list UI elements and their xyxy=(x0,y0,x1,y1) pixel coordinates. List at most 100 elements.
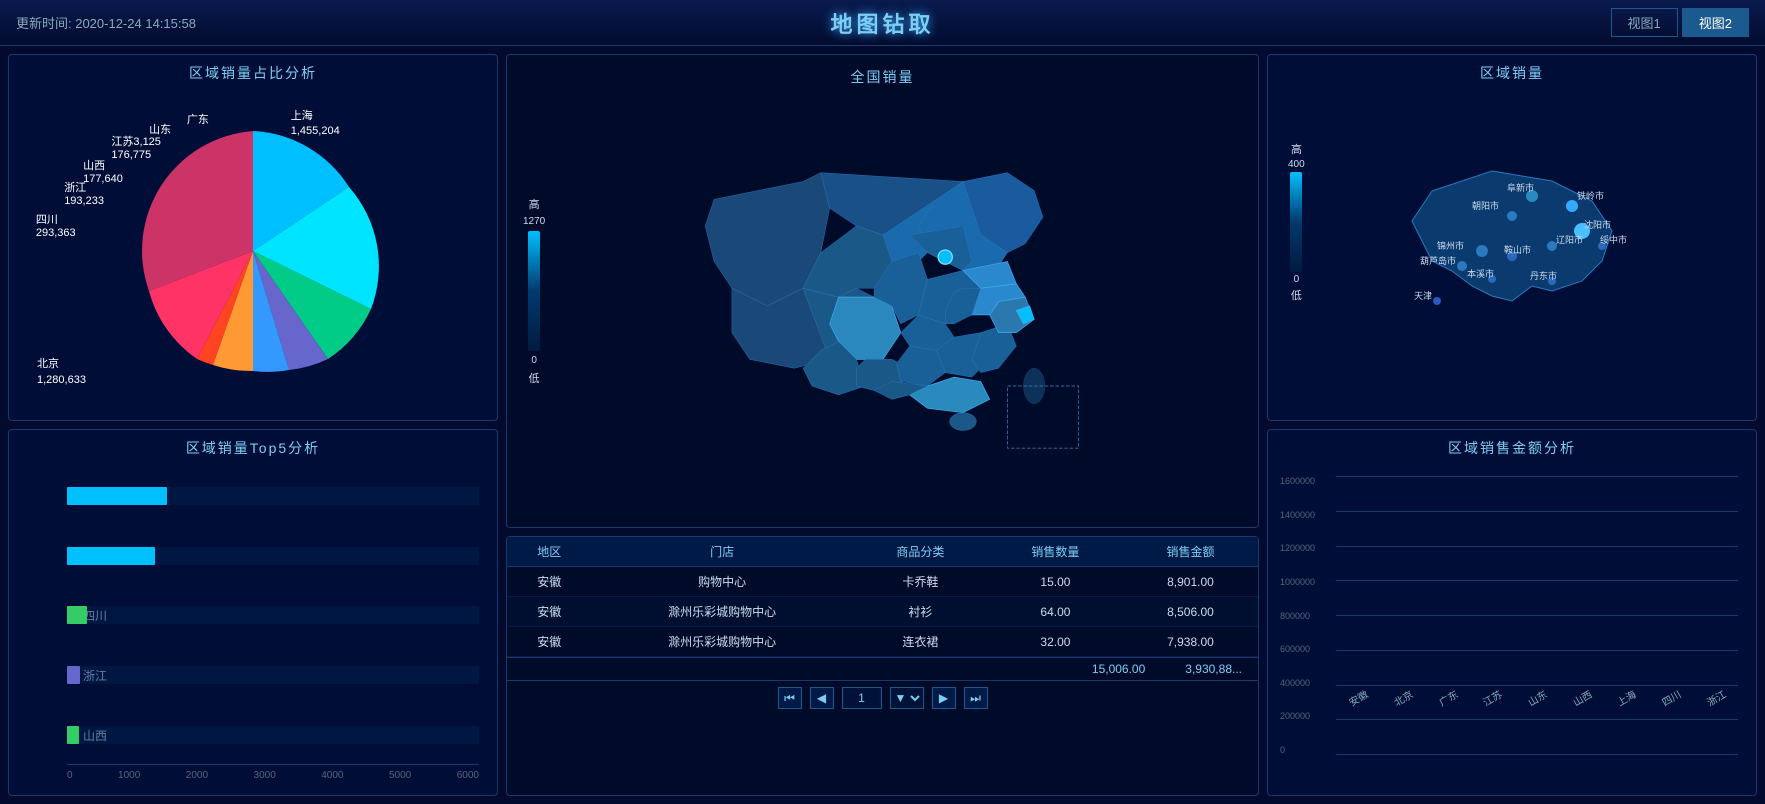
region-scale: 高 400 0 低 xyxy=(1288,141,1305,303)
cell-qty: 15.00 xyxy=(988,567,1123,597)
city-tieling[interactable] xyxy=(1566,200,1578,212)
bar-v-label: 江苏 xyxy=(1480,686,1505,709)
bar-fill xyxy=(67,547,155,565)
y-grid-line xyxy=(1336,754,1738,755)
bar-v-label: 山西 xyxy=(1569,686,1594,709)
label-anshan: 鞍山市 xyxy=(1504,244,1531,255)
city-chaoyang[interactable] xyxy=(1507,211,1517,221)
center-panel: 全国销量 高 1270 0 低 xyxy=(506,54,1259,796)
page-title: 地图钻取 xyxy=(830,7,934,39)
region-scale-low: 低 xyxy=(1291,287,1302,303)
province-hainan[interactable] xyxy=(949,413,976,431)
scale-low-label: 低 xyxy=(529,370,540,386)
label-liaoyang: 辽阳市 xyxy=(1556,234,1583,245)
cell-qty: 64.00 xyxy=(988,597,1123,627)
bar-row: 北京 xyxy=(67,542,479,570)
cell-region: 安徽 xyxy=(507,597,591,627)
label-chaoyang: 朝阳市 xyxy=(1472,200,1499,211)
table-row: 安徽 滁州乐彩城购物中心 衬衫 64.00 8,506.00 xyxy=(507,597,1258,627)
bar-title: 区域销量Top5分析 xyxy=(17,438,489,458)
total-amount: 3,930,88... xyxy=(1185,662,1242,676)
bar-col: 浙江 xyxy=(1693,686,1738,705)
label-dandong: 丹东市 xyxy=(1530,270,1557,281)
bar-v-label: 广东 xyxy=(1435,686,1460,709)
cell-store: 滁州乐彩城购物中心 xyxy=(591,597,853,627)
page-size-select[interactable]: ▼ xyxy=(890,687,924,709)
bar-col: 安徽 xyxy=(1336,686,1381,705)
pie-label-sichuan: 四川 293,363 xyxy=(36,211,76,239)
bar-fill xyxy=(67,487,167,505)
bar-col: 山东 xyxy=(1515,686,1560,705)
pie-label-shanghai: 上海 1,455,204 xyxy=(291,109,340,140)
region-map-svg[interactable]: 铁岭市 阜新市 沈阳市 朝阳市 辽阳市 绥中市 锦州市 鞍山市 葫芦岛市 本溪市… xyxy=(1352,141,1672,361)
scale-high-label: 高 xyxy=(529,196,540,212)
city-jinzhou[interactable] xyxy=(1476,245,1488,257)
pie-label-zhejiang: 浙江 193,233 xyxy=(64,179,104,207)
col-category: 商品分类 xyxy=(853,537,988,567)
bar-fill xyxy=(67,606,87,624)
cell-region: 安徽 xyxy=(507,567,591,597)
bar-chart-v-title: 区域销售金额分析 xyxy=(1276,438,1748,458)
region-map-title: 区域销量 xyxy=(1276,63,1748,83)
bar-track xyxy=(67,606,479,624)
pie-chart-svg xyxy=(123,121,383,381)
table-total-row: 15,006.00 3,930,88... xyxy=(507,657,1258,680)
total-qty: 15,006.00 xyxy=(1092,662,1145,676)
data-table-panel: 地区 门店 商品分类 销售数量 销售金额 安徽 购物中心 卡乔鞋 15.00 8… xyxy=(506,536,1259,796)
cell-amount: 8,506.00 xyxy=(1123,597,1258,627)
beijing-marker[interactable] xyxy=(938,250,952,264)
bar-row: 上海 xyxy=(67,482,479,510)
bar-col: 四川 xyxy=(1649,686,1694,705)
bar-row: 四川 xyxy=(67,601,479,629)
cell-region: 安徽 xyxy=(507,627,591,657)
page-next-btn[interactable]: ▶ xyxy=(932,687,956,709)
tab-view1[interactable]: 视图1 xyxy=(1611,8,1678,37)
bar-chart-v-panel: 区域销售金额分析 1600000140000012000001000000800… xyxy=(1267,429,1757,796)
region-scale-min: 0 xyxy=(1294,274,1300,285)
city-tianjin[interactable] xyxy=(1433,297,1441,305)
china-map-svg[interactable] xyxy=(653,146,1113,466)
bar-track xyxy=(67,726,479,744)
page-number-input[interactable] xyxy=(842,687,882,709)
bar-col: 江苏 xyxy=(1470,686,1515,705)
cell-category: 卡乔鞋 xyxy=(853,567,988,597)
label-benxi: 本溪市 xyxy=(1467,268,1494,279)
bar-v-label: 浙江 xyxy=(1703,686,1728,709)
pie-panel: 区域销量占比分析 xyxy=(8,54,498,421)
col-region: 地区 xyxy=(507,537,591,567)
bar-v-label: 安徽 xyxy=(1346,686,1371,709)
bar-row: 山西 xyxy=(67,721,479,749)
pie-label-guangdong: 广东 xyxy=(187,111,209,127)
page-last-btn[interactable]: ⏭ xyxy=(964,687,988,709)
region-map-panel: 区域销量 高 400 0 低 xyxy=(1267,54,1757,421)
cell-amount: 8,901.00 xyxy=(1123,567,1258,597)
main-grid: 区域销量占比分析 xyxy=(0,46,1765,804)
bar-col: 山西 xyxy=(1559,686,1604,705)
region-scale-max: 400 xyxy=(1288,159,1305,170)
col-store: 门店 xyxy=(591,537,853,567)
bar-fill xyxy=(67,666,80,684)
bar-chart-vertical: 安徽北京广东江苏山东山西上海四川浙江 xyxy=(1276,466,1748,735)
bar-col: 广东 xyxy=(1425,686,1470,705)
page-prev-btn[interactable]: ◀ xyxy=(810,687,834,709)
national-map-scale: 高 1270 0 低 xyxy=(523,196,545,386)
label-shenyang: 沈阳市 xyxy=(1584,219,1611,230)
bar-v-label: 北京 xyxy=(1391,686,1416,709)
pie-container: 上海 1,455,204 北京 1,280,633 广东 山东 江苏3,125 … xyxy=(17,91,489,410)
bar-col: 北京 xyxy=(1381,686,1426,705)
pie-title: 区域销量占比分析 xyxy=(17,63,489,83)
col-qty: 销售数量 xyxy=(988,537,1123,567)
city-huludao[interactable] xyxy=(1457,261,1467,271)
table-pagination: ⏮ ◀ ▼ ▶ ⏭ xyxy=(507,680,1258,715)
page-first-btn[interactable]: ⏮ xyxy=(778,687,802,709)
tab-view2[interactable]: 视图2 xyxy=(1682,8,1749,37)
bar-v-label: 四川 xyxy=(1659,686,1684,709)
col-amount: 销售金额 xyxy=(1123,537,1258,567)
table-row: 安徽 滁州乐彩城购物中心 连衣裙 32.00 7,938.00 xyxy=(507,627,1258,657)
bar-row: 浙江 xyxy=(67,661,479,689)
label-suizhong: 绥中市 xyxy=(1600,234,1627,245)
cell-category: 衬衫 xyxy=(853,597,988,627)
bar-track xyxy=(67,487,479,505)
national-map-panel: 全国销量 高 1270 0 低 xyxy=(506,54,1259,528)
bar-v-label: 山东 xyxy=(1525,686,1550,709)
